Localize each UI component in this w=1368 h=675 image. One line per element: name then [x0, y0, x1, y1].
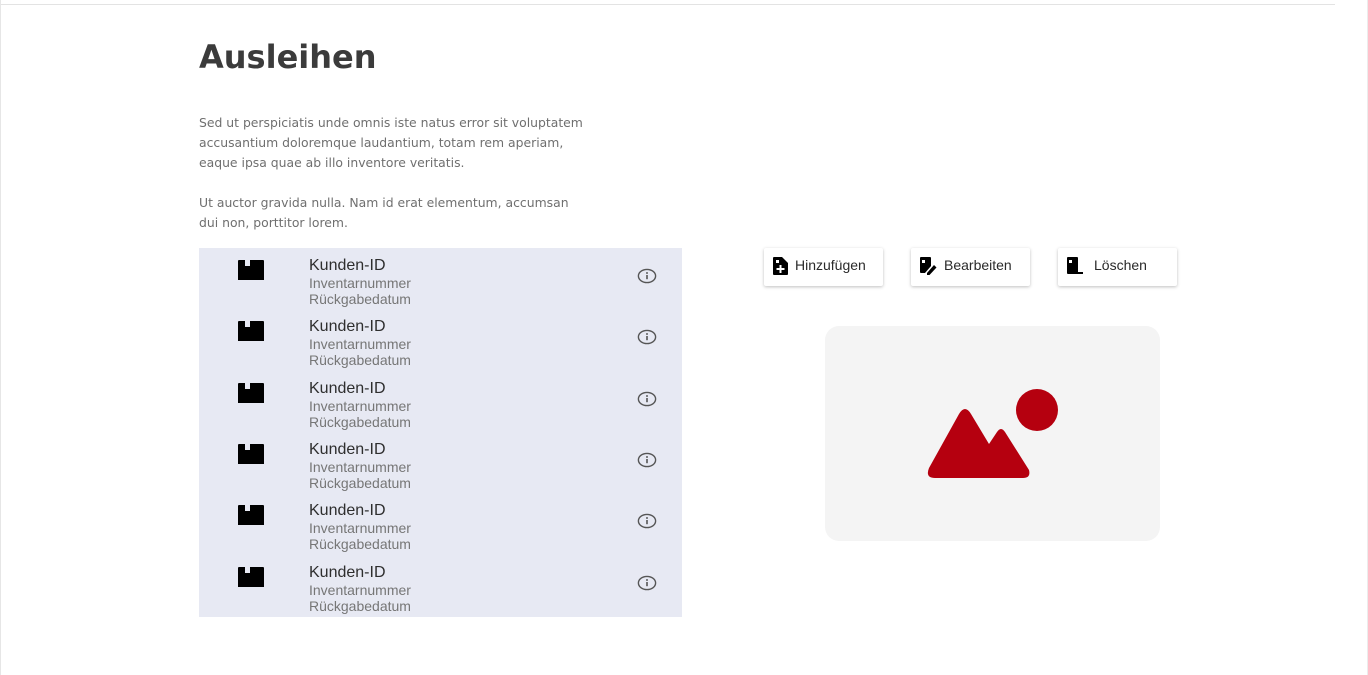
list-item-title: Kunden-ID: [309, 257, 386, 274]
list-item-return-date: Rückgabedatum: [309, 536, 411, 553]
top-divider: [1, 4, 1335, 5]
list-item-title: Kunden-ID: [309, 502, 386, 520]
list-item-return-date: Rückgabedatum: [309, 597, 411, 614]
box-icon: [238, 260, 264, 280]
list-item-return-date: Rückgabedatum: [309, 474, 411, 491]
list-item-return-date: Rückgabedatum: [309, 352, 411, 369]
list-item-inventory: Inventarnummer: [309, 520, 411, 537]
loan-list: Kunden-ID Inventarnummer Rückgabedatum Kund…: [199, 248, 682, 617]
list-item[interactable]: Kunden-ID Inventarnummer Rückgabedatum: [199, 495, 682, 556]
box-icon: [238, 505, 264, 526]
list-item-return-date: Rückgabedatum: [309, 291, 411, 307]
add-button-label: Hinzufügen: [795, 257, 866, 273]
list-item[interactable]: Kunden-ID Inventarnummer Rückgabedatum: [199, 373, 682, 434]
list-item[interactable]: Kunden-ID Inventarnummer Rückgabedatum: [199, 434, 682, 495]
box-icon: [238, 566, 264, 587]
list-item[interactable]: Kunden-ID Inventarnummer Rückgabedatum: [199, 311, 682, 372]
add-button[interactable]: Hinzufügen: [764, 248, 883, 286]
info-icon[interactable]: [637, 389, 657, 409]
list-item-title: Kunden-ID: [309, 563, 386, 581]
list-item-inventory: Inventarnummer: [309, 458, 411, 475]
info-icon[interactable]: [637, 327, 657, 347]
image-placeholder: [825, 326, 1160, 541]
list-item-title: Kunden-ID: [309, 379, 386, 397]
info-icon[interactable]: [637, 511, 657, 531]
delete-button-label: Löschen: [1094, 257, 1147, 273]
list-item-inventory: Inventarnummer: [309, 397, 411, 414]
page-title: Ausleihen: [199, 38, 377, 76]
info-icon[interactable]: [637, 573, 657, 593]
list-item[interactable]: Kunden-ID Inventarnummer Rückgabedatum: [199, 557, 682, 618]
list-item[interactable]: Kunden-ID Inventarnummer Rückgabedatum: [199, 250, 682, 311]
box-icon: [238, 382, 264, 403]
list-item-inventory: Inventarnummer: [309, 581, 411, 598]
list-item-return-date: Rückgabedatum: [309, 413, 411, 430]
list-item-title: Kunden-ID: [309, 440, 386, 458]
info-icon[interactable]: [637, 266, 657, 286]
edit-button[interactable]: Bearbeiten: [911, 248, 1030, 286]
intro-paragraph: Ut auctor gravida nulla. Nam id erat ele…: [199, 195, 569, 230]
add-item-icon: [773, 257, 788, 275]
box-icon: [238, 443, 264, 464]
image-placeholder-icon: [927, 389, 1058, 478]
list-item-title: Kunden-ID: [309, 318, 386, 336]
list-item-inventory: Inventarnummer: [309, 275, 411, 291]
box-icon: [238, 321, 264, 342]
list-item-inventory: Inventarnummer: [309, 336, 411, 353]
delete-item-icon: [1067, 257, 1083, 274]
delete-button[interactable]: Löschen: [1058, 248, 1177, 286]
info-icon[interactable]: [637, 450, 657, 470]
edit-button-label: Bearbeiten: [944, 257, 1012, 273]
edit-item-icon: [920, 257, 937, 275]
intro-text: Sed ut perspiciatis unde omnis iste natu…: [199, 113, 589, 233]
intro-paragraph: Sed ut perspiciatis unde omnis iste natu…: [199, 115, 583, 170]
page-frame: Ausleihen Sed ut perspiciatis unde omnis…: [0, 0, 1368, 675]
